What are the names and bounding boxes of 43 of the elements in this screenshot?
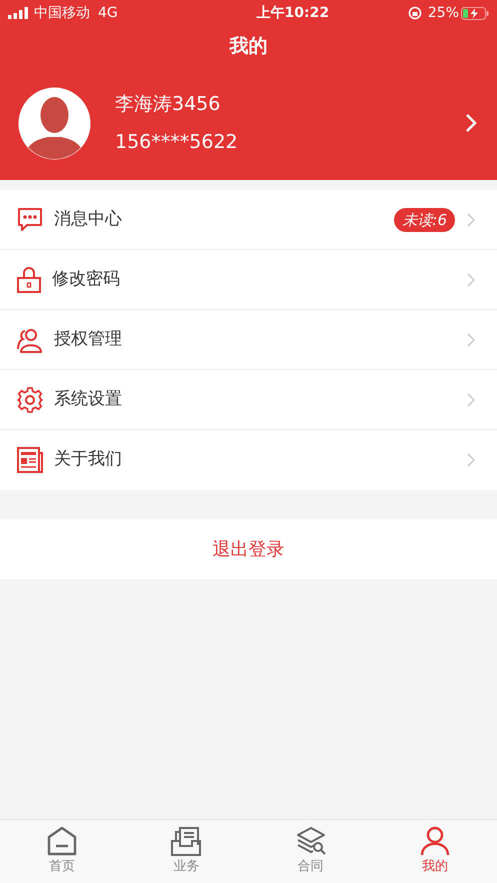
phone-number: 156****5622 bbox=[115, 130, 239, 155]
settings-icon bbox=[17, 386, 43, 412]
lock-icon bbox=[17, 266, 41, 292]
chevron-right-icon bbox=[467, 332, 475, 346]
newspaper-icon bbox=[17, 447, 43, 473]
menu-label: 关于我们 bbox=[54, 448, 123, 472]
carrier: 中国移动 bbox=[34, 4, 90, 22]
rotation-lock-icon bbox=[408, 6, 422, 20]
tab-item[interactable]: 合同 bbox=[248, 820, 373, 883]
menu-item[interactable]: 系统设置 bbox=[0, 370, 497, 430]
menu-item[interactable]: 修改密码 bbox=[0, 250, 497, 310]
logout-button[interactable]: 退出登录 bbox=[212, 536, 284, 562]
battery-icon bbox=[461, 6, 489, 20]
message-icon bbox=[17, 206, 43, 232]
person-icon bbox=[420, 826, 450, 856]
avatar-icon bbox=[18, 86, 91, 160]
user-name: 李海涛3456 bbox=[115, 92, 222, 116]
battery-percent: 25% bbox=[428, 4, 459, 22]
menu-item[interactable]: 消息中心 未读:6 bbox=[0, 190, 497, 250]
menu-item[interactable]: 关于我们 bbox=[0, 430, 497, 490]
tab-item[interactable]: 我的 bbox=[372, 820, 497, 883]
home-icon bbox=[47, 826, 78, 856]
menu-label: 系统设置 bbox=[54, 388, 123, 411]
tab-item[interactable]: 业务 bbox=[124, 820, 248, 883]
inbox-icon bbox=[171, 826, 202, 856]
chevron-right-icon bbox=[467, 272, 475, 286]
layers-search-icon bbox=[296, 826, 326, 856]
people-icon bbox=[17, 326, 43, 352]
network-type: 4G bbox=[98, 4, 118, 22]
unread-badge: 未读:6 bbox=[394, 208, 455, 232]
menu-item[interactable]: 授权管理 bbox=[0, 310, 497, 370]
page-title: 我的 bbox=[230, 34, 268, 59]
menu-label: 修改密码 bbox=[52, 268, 121, 291]
chevron-right-icon bbox=[467, 392, 475, 406]
profile-card[interactable]: 李海涛3456 156****5622 bbox=[0, 66, 497, 180]
menu-label: 授权管理 bbox=[54, 328, 123, 351]
chevron-right-icon bbox=[467, 453, 475, 467]
chevron-right-icon bbox=[465, 113, 477, 133]
menu-label: 消息中心 bbox=[54, 208, 123, 231]
tab-item[interactable]: 首页 bbox=[0, 820, 124, 883]
signal-icon bbox=[8, 7, 30, 19]
chevron-right-icon bbox=[467, 212, 475, 226]
clock: 上午10:22 bbox=[256, 4, 330, 22]
